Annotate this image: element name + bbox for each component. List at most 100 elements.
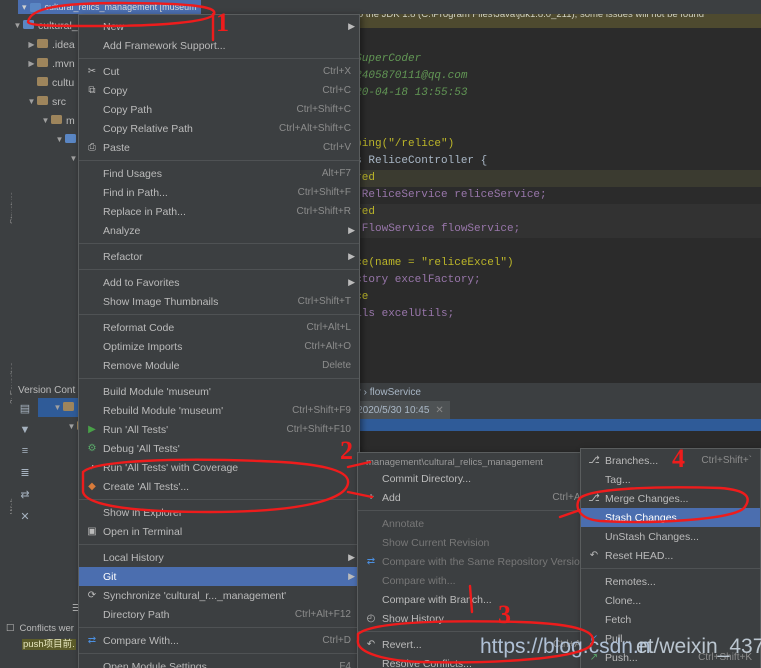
context-menu-item-local-history[interactable]: Local History ▶ xyxy=(79,548,359,567)
collapse-all-icon[interactable]: ≣ xyxy=(20,466,29,479)
context-menu-item-run-all-tests[interactable]: ▶ Run 'All Tests' Ctrl+Shift+F10 xyxy=(79,420,359,439)
menu-item-shortcut: Ctrl+V xyxy=(322,142,351,153)
filter-icon[interactable]: ▼ xyxy=(20,424,31,436)
repository-menu-item-remotes[interactable]: Remotes... xyxy=(581,572,760,591)
menu-item-label: Local History xyxy=(103,551,164,564)
context-menu-item-run-all-tests-with-coverage[interactable]: ◔ Run 'All Tests' with Coverage xyxy=(79,458,359,477)
menu-item-label: Remotes... xyxy=(605,575,656,588)
context-menu-item-optimize-imports[interactable]: Optimize Imports Ctrl+Alt+O xyxy=(79,337,359,356)
menu-item-label: Run 'All Tests' xyxy=(103,423,169,436)
expand-all-icon[interactable]: ≡ xyxy=(22,445,28,457)
context-menu-item-synchronize-cultural-r-management[interactable]: ⟳ Synchronize 'cultural_r..._management' xyxy=(79,586,359,605)
context-menu-item-directory-path[interactable]: Directory Path Ctrl+Alt+F12 xyxy=(79,605,359,624)
context-menu-item-git[interactable]: Git ▶ xyxy=(79,567,359,586)
menu-item-label: UnStash Changes... xyxy=(605,530,699,543)
context-menu-item-add-to-favorites[interactable]: Add to Favorites ▶ xyxy=(79,273,359,292)
repository-menu-item-merge-changes[interactable]: ⎇ Merge Changes... xyxy=(581,489,760,508)
git-menu-item-icon: ◴ xyxy=(366,613,376,624)
close-icon[interactable]: ✕ xyxy=(435,405,443,416)
context-menu-item-debug-all-tests[interactable]: ⚙ Debug 'All Tests' xyxy=(79,439,359,458)
project-title: ▾ cultural_relics_management [museum xyxy=(18,0,201,14)
context-menu-item-icon: ⎙ xyxy=(88,142,96,153)
menu-item-label: Add to Favorites xyxy=(103,276,180,289)
menu-item-label: Run 'All Tests' with Coverage xyxy=(103,461,239,474)
vcs-log-selected-row xyxy=(340,419,761,431)
context-menu-item-remove-module[interactable]: Remove Module Delete xyxy=(79,356,359,375)
git-menu-item-commit-directory[interactable]: Commit Directory... xyxy=(358,469,606,488)
context-menu-item-copy-path[interactable]: Copy Path Ctrl+Shift+C xyxy=(79,100,359,119)
context-menu-item-icon: ⧉ xyxy=(88,85,96,96)
context-menu-item-find-in-path[interactable]: Find in Path... Ctrl+Shift+F xyxy=(79,183,359,202)
git-menu-item-compare-with[interactable]: Compare with... xyxy=(358,571,606,590)
diff-icon[interactable]: ⇄ xyxy=(20,488,29,501)
version-control-toolbar[interactable]: ▤ ▼ ≡ ≣ ⇄ ✕ xyxy=(12,398,38,608)
status-conflicts-text: Conflicts wer xyxy=(19,622,74,634)
context-menu-item-open-in-terminal[interactable]: ▣ Open in Terminal xyxy=(79,522,359,541)
repository-menu-item-tag[interactable]: Tag... xyxy=(581,470,760,489)
tree-node-label: .mvn xyxy=(52,57,75,70)
context-menu-item-cut[interactable]: ✂ Cut Ctrl+X xyxy=(79,62,359,81)
context-menu-item-add-framework-support[interactable]: Add Framework Support... xyxy=(79,36,359,55)
context-menu-item-reformat-code[interactable]: Reformat Code Ctrl+Alt+L xyxy=(79,318,359,337)
tree-node-label: .idea xyxy=(52,38,75,51)
menu-item-shortcut: Ctrl+Alt+Shift+C xyxy=(279,123,351,134)
git-menu-item-compare-with-the-same-repository-version[interactable]: ⇄ Compare with the Same Repository Versio… xyxy=(358,552,606,571)
context-menu-item-show-image-thumbnails[interactable]: Show Image Thumbnails Ctrl+Shift+T xyxy=(79,292,359,311)
menu-item-label: Copy Path xyxy=(103,103,153,116)
git-menu-item-add[interactable]: + Add Ctrl+Alt+A xyxy=(358,488,606,507)
status-note-text: push项目前. xyxy=(22,639,76,650)
repository-menu-item-clone[interactable]: Clone... xyxy=(581,591,760,610)
context-menu-item-copy[interactable]: ⧉ Copy Ctrl+C xyxy=(79,81,359,100)
git-menu-item-show-history[interactable]: ◴ Show History xyxy=(358,609,606,628)
context-menu-item-icon: ✂ xyxy=(87,66,97,77)
context-menu-item-create-all-tests[interactable]: ◆ Create 'All Tests'... xyxy=(79,477,359,496)
repository-menu-item-stash-changes[interactable]: Stash Changes... xyxy=(581,508,760,527)
context-menu-item-build-module-museum[interactable]: Build Module 'museum' xyxy=(79,382,359,401)
code-line: ass ReliceController { xyxy=(342,155,488,167)
git-menu-item-annotate[interactable]: Annotate xyxy=(358,514,606,533)
context-menu-item-find-usages[interactable]: Find Usages Alt+F7 xyxy=(79,164,359,183)
menu-separator xyxy=(79,58,359,59)
menu-item-label: Remove Module xyxy=(103,359,180,372)
git-menu-item-show-current-revision[interactable]: Show Current Revision xyxy=(358,533,606,552)
chevron-down-icon: ▾ xyxy=(22,1,27,12)
context-menu-item-compare-with[interactable]: ⇄ Compare With... Ctrl+D xyxy=(79,631,359,650)
context-menu-item-icon: ⚙ xyxy=(87,443,97,454)
repository-menu-item-unstash-changes[interactable]: UnStash Changes... xyxy=(581,527,760,546)
menu-item-shortcut: Ctrl+Alt+F12 xyxy=(294,609,351,620)
code-line: wired xyxy=(340,170,761,187)
menu-item-label: Git xyxy=(103,570,117,583)
context-menu-item-copy-relative-path[interactable]: Copy Relative Path Ctrl+Alt+Shift+C xyxy=(79,119,359,138)
context-menu-item-show-in-explorer[interactable]: Show in Explorer xyxy=(79,503,359,522)
context-menu-item-refactor[interactable]: Refactor ▶ xyxy=(79,247,359,266)
menu-separator xyxy=(79,653,359,654)
menu-item-label: Build Module 'museum' xyxy=(103,385,211,398)
repository-menu-item-branches[interactable]: ⎇ Branches... Ctrl+Shift+` xyxy=(581,451,760,470)
context-menu-item-paste[interactable]: ⎙ Paste Ctrl+V xyxy=(79,138,359,157)
left-tool-strip[interactable]: Structure 2: Favorites Web xyxy=(0,14,18,668)
menu-item-label: Add xyxy=(382,491,401,504)
code-line: 2405870111@qq.com xyxy=(342,70,468,82)
menu-item-shortcut: Ctrl+Shift+F xyxy=(297,187,351,198)
repository-menu-item-fetch[interactable]: Fetch xyxy=(581,610,760,629)
context-menu-item-new[interactable]: New ▶ xyxy=(79,17,359,36)
git-menu-item-compare-with-branch[interactable]: Compare with Branch... xyxy=(358,590,606,609)
close-icon[interactable]: ✕ xyxy=(20,510,29,523)
code-editor[interactable]: r SuperCoder 2405870111@qq.com 2020-04-18… xyxy=(340,28,761,383)
notification-icon: ☐ xyxy=(6,622,15,634)
group-icon[interactable]: ▤ xyxy=(20,402,30,415)
context-menu-item-analyze[interactable]: Analyze ▶ xyxy=(79,221,359,240)
chevron-right-icon: ▶ xyxy=(348,225,355,235)
git-menu-item-icon: ⇄ xyxy=(366,556,376,567)
repository-menu-item-reset-head[interactable]: ↶ Reset HEAD... xyxy=(581,546,760,565)
vcs-log-tab-bar[interactable]: o: 2020/5/30 10:45 ✕ xyxy=(340,401,761,419)
menu-item-label: Tag... xyxy=(605,473,631,486)
context-menu-item-open-module-settings[interactable]: Open Module Settings F4 xyxy=(79,657,359,668)
code-line: apping("/relice") xyxy=(342,138,455,150)
context-menu[interactable]: New ▶ Add Framework Support... ✂ Cut Ctrl+X ⧉ C… xyxy=(78,14,360,668)
menu-item-label: Annotate xyxy=(382,517,425,530)
context-menu-item-rebuild-module-museum[interactable]: Rebuild Module 'museum' Ctrl+Shift+F9 xyxy=(79,401,359,420)
menu-item-label: Reset HEAD... xyxy=(605,549,674,562)
context-menu-item-replace-in-path[interactable]: Replace in Path... Ctrl+Shift+R xyxy=(79,202,359,221)
code-line: 2020-04-18 13:55:53 xyxy=(342,87,468,99)
